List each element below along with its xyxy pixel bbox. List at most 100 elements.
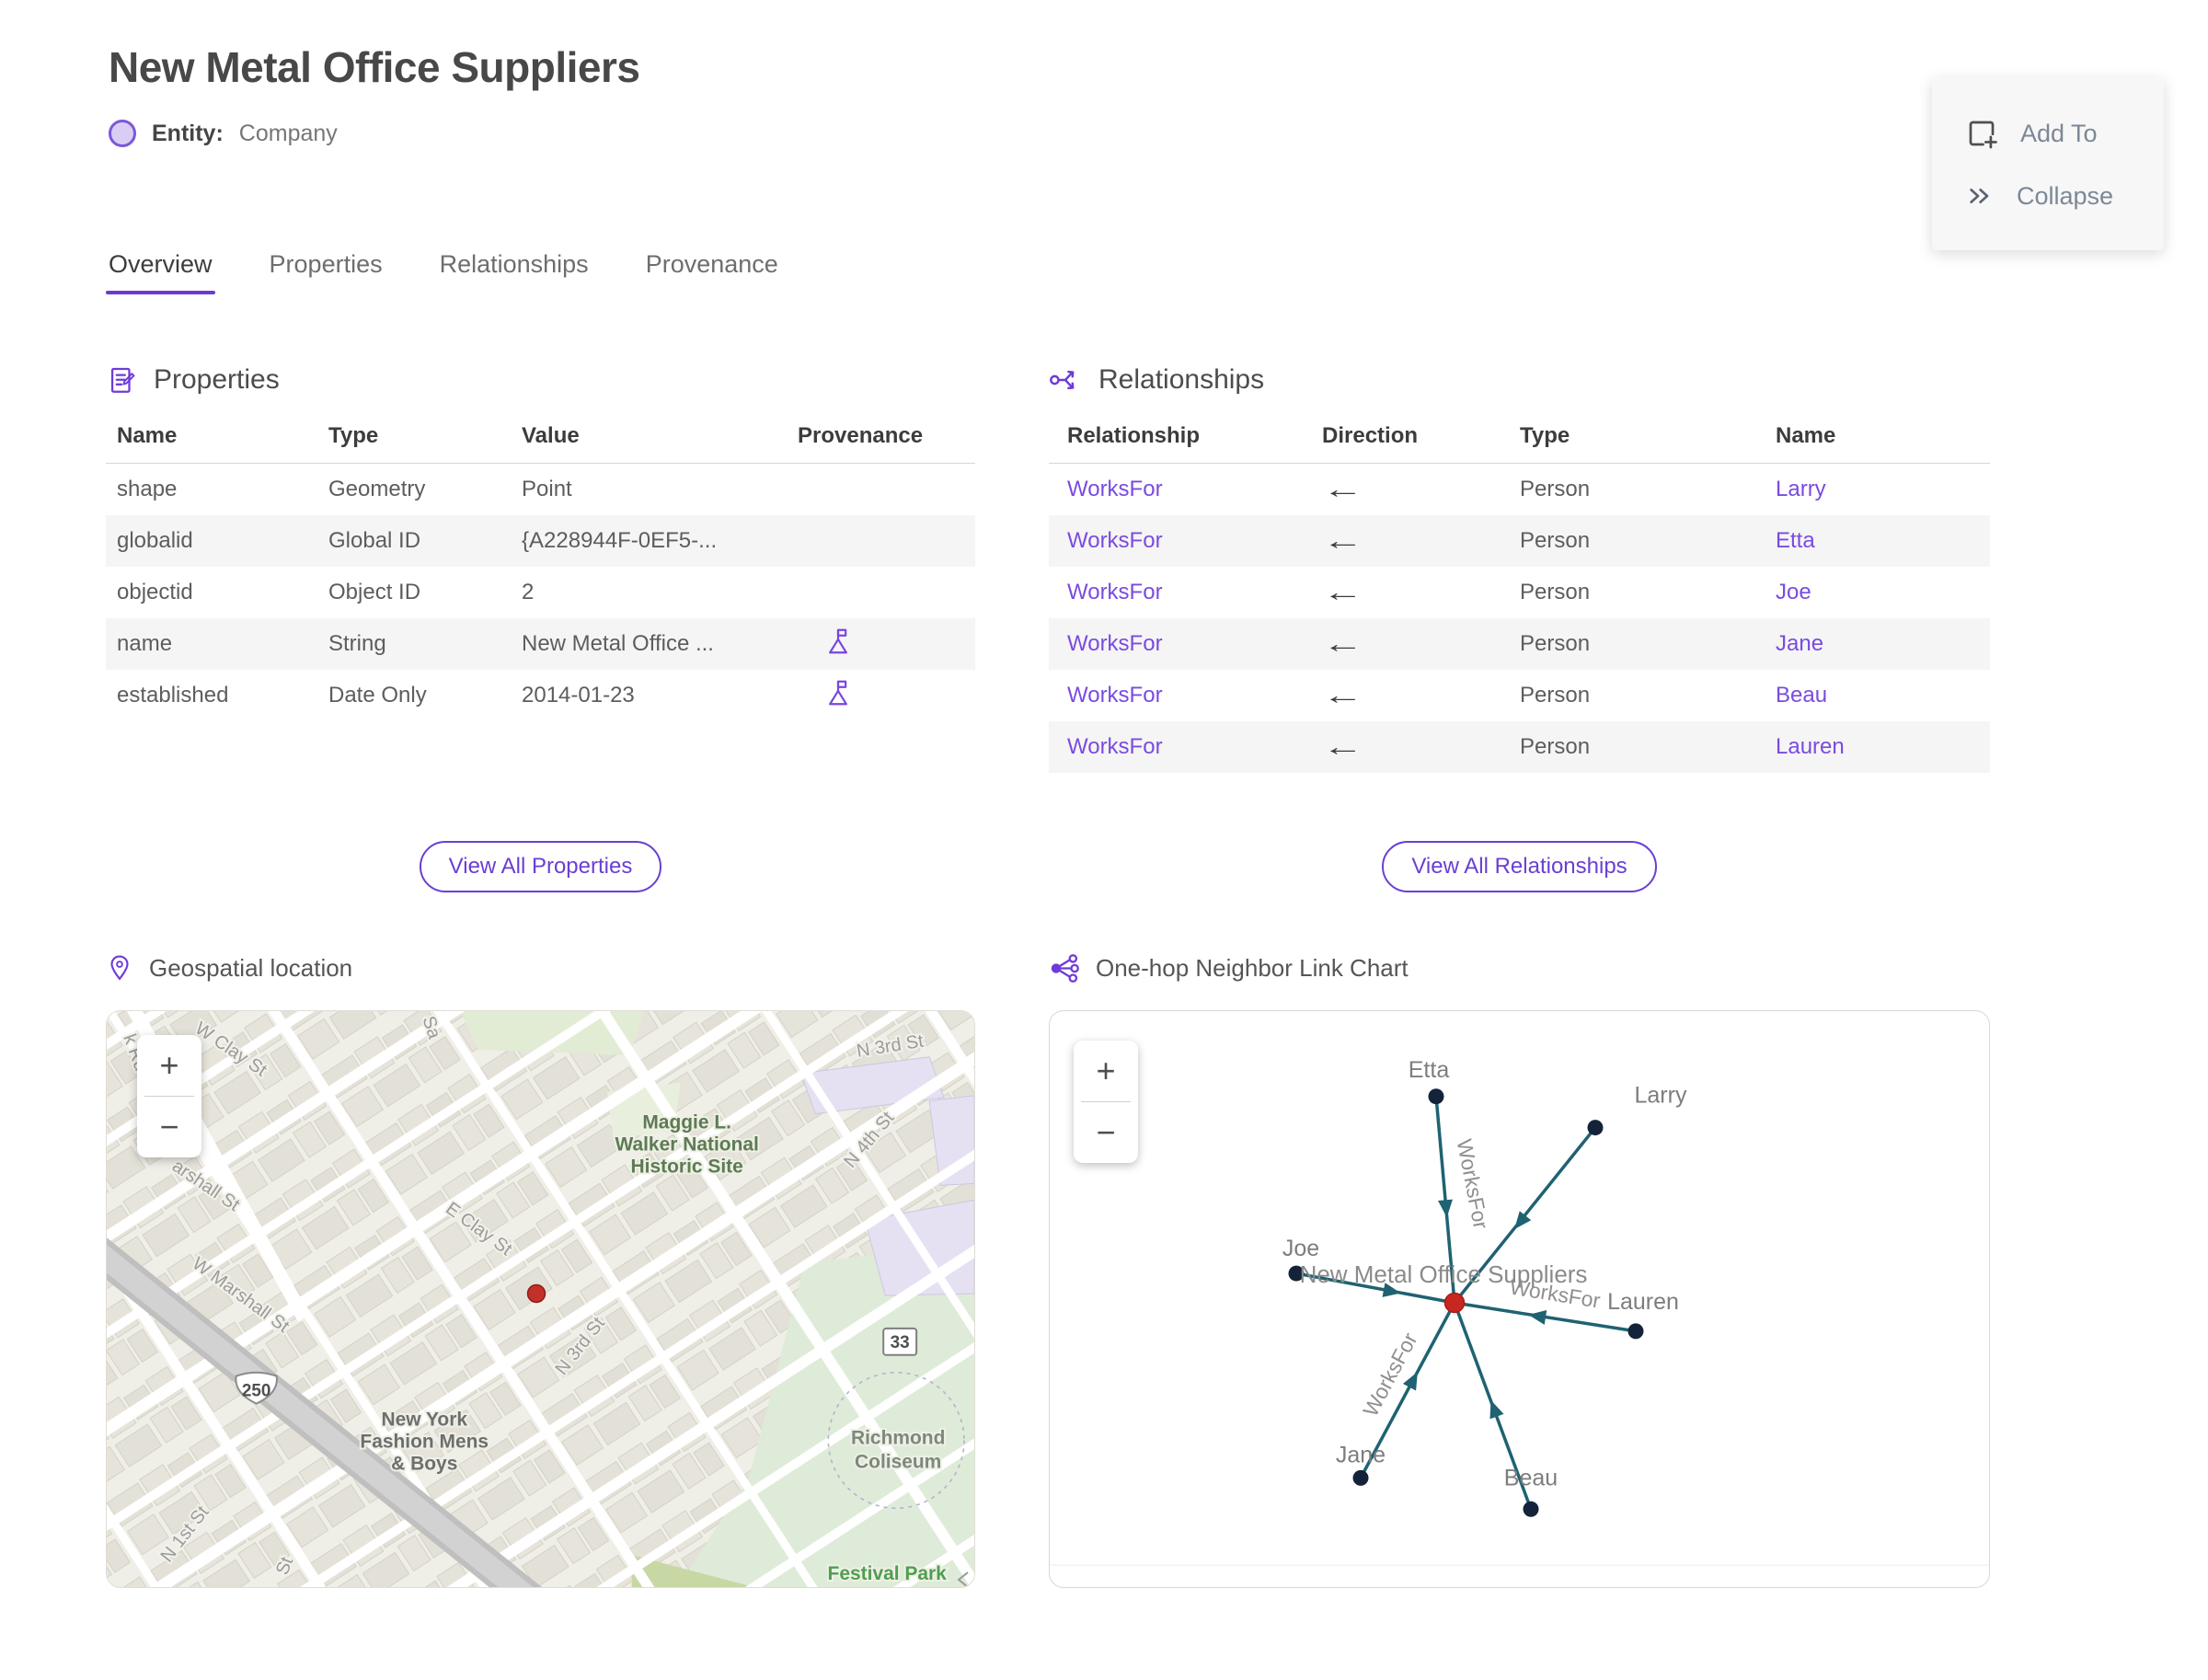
relationship-type-link[interactable]: WorksFor — [1067, 580, 1322, 605]
tab-overview[interactable]: Overview — [106, 250, 215, 294]
relationship-type-link[interactable]: WorksFor — [1067, 734, 1322, 760]
related-entity-link[interactable]: Jane — [1776, 631, 1990, 657]
node-larry[interactable] — [1587, 1120, 1604, 1136]
map-canvas[interactable]: k Rd W Clay St Sa N 3rd St N 4th St E Cl… — [107, 1011, 974, 1587]
col-provenance: Provenance — [798, 423, 924, 448]
col-relationship: Relationship — [1067, 423, 1201, 448]
add-to-button[interactable]: Add To — [1932, 101, 2164, 166]
svg-text:250: 250 — [242, 1382, 271, 1401]
linkchart-arrowheads — [1382, 1199, 1547, 1420]
relationship-row: WorksFor ← Person Jane — [1049, 618, 1990, 670]
svg-text:33: 33 — [891, 1333, 910, 1352]
node-beau[interactable] — [1523, 1501, 1539, 1517]
property-type: String — [328, 631, 386, 656]
node-etta[interactable] — [1428, 1088, 1444, 1105]
node-center[interactable] — [1443, 1292, 1466, 1314]
page-title: New Metal Office Suppliers — [109, 43, 640, 91]
col-type: Type — [328, 423, 379, 448]
related-entity-link[interactable]: Etta — [1776, 528, 1990, 554]
map-panel[interactable]: k Rd W Clay St Sa N 3rd St N 4th St E Cl… — [106, 1010, 975, 1588]
relationship-type-link[interactable]: WorksFor — [1067, 528, 1322, 554]
property-value: 2 — [522, 580, 535, 604]
map-zoom-out-button[interactable]: − — [137, 1097, 201, 1157]
property-name: name — [117, 631, 173, 656]
property-value: New Metal Office ... — [522, 631, 714, 656]
relationships-table-header: Relationship Direction Type Name — [1049, 423, 1990, 464]
property-value: Point — [522, 477, 572, 501]
properties-column: Properties Name Type Value Provenance sh… — [106, 359, 975, 1588]
view-all-relationships-button[interactable]: View All Relationships — [1382, 841, 1657, 892]
node-label-beau: Beau — [1504, 1465, 1558, 1490]
map-label-maggie-3: Historic Site — [631, 1156, 743, 1177]
edge-label-worksfor: WorksFor — [1358, 1329, 1422, 1421]
direction-arrow: ← — [1322, 578, 1363, 606]
linkchart-title: One-hop Neighbor Link Chart — [1096, 953, 1409, 982]
entity-label: Entity: — [152, 120, 224, 146]
map-label-maggie-2: Walker National — [615, 1134, 758, 1156]
one-hop-icon — [1051, 953, 1079, 983]
relationships-section-title: Relationships — [1098, 364, 1265, 395]
tab-properties[interactable]: Properties — [270, 250, 383, 294]
related-entity-link[interactable]: Beau — [1776, 683, 1990, 708]
properties-section-title: Properties — [154, 364, 280, 395]
map-label-maggie-1: Maggie L. — [642, 1112, 731, 1133]
property-row: established Date Only 2014-01-23 — [106, 670, 975, 721]
relationship-row: WorksFor ← Person Lauren — [1049, 721, 1990, 773]
map-label-coliseum-2: Coliseum — [855, 1451, 941, 1472]
properties-table-header: Name Type Value Provenance — [106, 423, 975, 464]
map-label-ny-2: Fashion Mens — [360, 1431, 489, 1452]
chart-zoom-out-button[interactable]: − — [1074, 1102, 1138, 1163]
linkchart-canvas[interactable]: WorksFor WorksFor WorksFor Etta Larry Jo… — [1050, 1011, 1989, 1587]
property-name: objectid — [117, 580, 193, 604]
node-label-center: New Metal Office Suppliers — [1300, 1262, 1588, 1288]
entity-row: Entity: Company — [109, 120, 2208, 147]
tab-provenance[interactable]: Provenance — [646, 250, 778, 294]
entity-type-dot — [109, 120, 136, 147]
relationship-type-link[interactable]: WorksFor — [1067, 631, 1322, 657]
view-all-properties-button[interactable]: View All Properties — [419, 841, 662, 892]
linkchart-header: One-hop Neighbor Link Chart — [1049, 948, 1990, 988]
related-entity-link[interactable]: Joe — [1776, 580, 1990, 605]
related-entity-link[interactable]: Lauren — [1776, 734, 1990, 760]
property-type: Geometry — [328, 477, 426, 501]
property-value: 2014-01-23 — [522, 683, 635, 708]
related-entity-link[interactable]: Larry — [1776, 477, 1990, 502]
tab-bar: Overview Properties Relationships Proven… — [106, 250, 2208, 294]
add-to-label: Add To — [2020, 119, 2098, 147]
relationship-type-link[interactable]: WorksFor — [1067, 683, 1322, 708]
actions-menu: Add To Collapse — [1932, 77, 2164, 250]
col-value: Value — [522, 423, 580, 448]
node-jane[interactable] — [1352, 1469, 1369, 1486]
map-zoom-in-button[interactable]: + — [137, 1035, 201, 1096]
node-lauren[interactable] — [1627, 1323, 1644, 1340]
collapse-button[interactable]: Collapse — [1932, 166, 2164, 226]
property-type: Object ID — [328, 580, 421, 604]
property-value: {A228944F-0EF5-... — [522, 528, 718, 553]
tab-relationships[interactable]: Relationships — [440, 250, 589, 294]
location-pin-icon — [110, 955, 129, 981]
collapse-label: Collapse — [2017, 181, 2114, 210]
relationships-table: Relationship Direction Type Name WorksFo… — [1049, 423, 1990, 791]
node-label-lauren: Lauren — [1607, 1289, 1679, 1315]
property-row: shape Geometry Point — [106, 464, 975, 515]
map-marker[interactable] — [526, 1283, 546, 1304]
relationships-section-header: Relationships — [1049, 359, 1990, 401]
property-type: Global ID — [328, 528, 421, 553]
collapse-icon — [1970, 189, 1989, 203]
property-row: globalid Global ID {A228944F-0EF5-... — [106, 515, 975, 567]
provenance-flag-icon[interactable] — [825, 679, 851, 707]
relationship-row: WorksFor ← Person Etta — [1049, 515, 1990, 567]
geospatial-header: Geospatial location — [106, 948, 975, 988]
node-label-etta: Etta — [1409, 1057, 1450, 1083]
map-zoom-control: + − — [137, 1035, 201, 1157]
relationship-row: WorksFor ← Person Beau — [1049, 670, 1990, 721]
relationships-column: Relationships Relationship Direction Typ… — [1049, 359, 1990, 1588]
properties-section-header: Properties — [106, 359, 975, 401]
chart-zoom-in-button[interactable]: + — [1074, 1041, 1138, 1101]
properties-table: Name Type Value Provenance shape Geometr… — [106, 423, 975, 791]
linkchart-panel[interactable]: WorksFor WorksFor WorksFor Etta Larry Jo… — [1049, 1010, 1990, 1588]
relationship-type-link[interactable]: WorksFor — [1067, 477, 1322, 502]
provenance-flag-icon[interactable] — [825, 627, 851, 655]
relationship-row: WorksFor ← Person Larry — [1049, 464, 1990, 515]
node-label-jane: Jane — [1336, 1442, 1386, 1467]
